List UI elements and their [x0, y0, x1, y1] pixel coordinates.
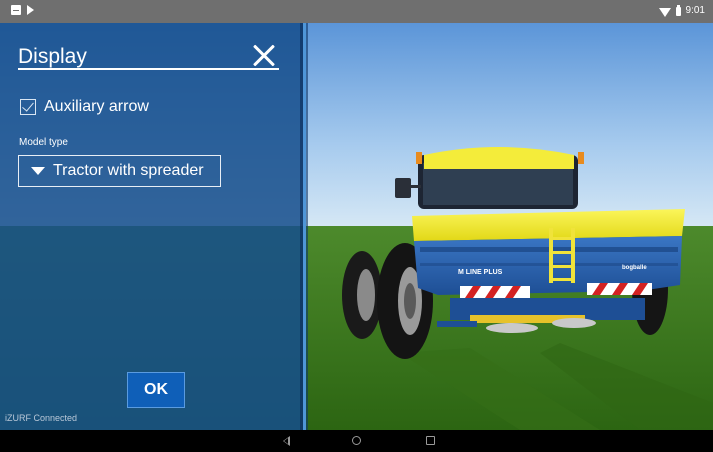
notification-icon [11, 5, 21, 15]
home-icon[interactable] [352, 436, 361, 445]
spreader-hopper [412, 209, 685, 333]
panel-divider [300, 23, 308, 430]
battery-icon [675, 4, 681, 16]
close-icon[interactable] [249, 41, 279, 71]
status-left-icons [11, 5, 34, 15]
spreader-brand-right: bogballe [622, 265, 647, 271]
status-bar: 9:01 [0, 0, 713, 23]
model-type-dropdown[interactable]: Tractor with spreader [18, 155, 221, 187]
display-panel: Display Auxiliary arrow Model type Tract… [0, 23, 300, 430]
model-type-label: Model type [19, 137, 68, 148]
auxiliary-arrow-label: Auxiliary arrow [44, 98, 149, 115]
ok-button[interactable]: OK [127, 372, 185, 408]
title-underline [18, 68, 279, 70]
status-right-icons: 9:01 [658, 4, 705, 18]
back-icon[interactable] [283, 436, 290, 446]
panel-title: Display [18, 45, 87, 68]
play-store-icon [27, 5, 34, 15]
model-type-value: Tractor with spreader [53, 162, 204, 179]
dropdown-caret-icon [31, 167, 45, 175]
recents-icon[interactable] [426, 436, 435, 445]
tractor-cab [395, 147, 584, 209]
status-time: 9:01 [685, 5, 705, 16]
wifi-icon [658, 7, 671, 17]
auxiliary-arrow-checkbox[interactable]: Auxiliary arrow [20, 96, 149, 118]
app-screen: 9:01 M LINE PLUS bogballe Display Auxili… [0, 0, 713, 452]
spreader-brand-left: M LINE PLUS [458, 269, 503, 276]
connection-status: iZURF Connected [5, 413, 78, 423]
checkbox-checked-icon[interactable] [20, 99, 36, 115]
navigation-bar [0, 430, 713, 452]
